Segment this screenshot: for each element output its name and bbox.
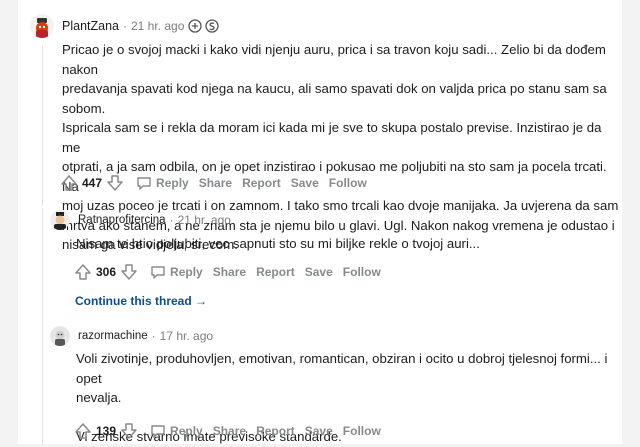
reply-button[interactable]: Reply [170, 424, 203, 438]
comment-header: razormachine · 17 hr. ago [50, 326, 213, 346]
reply-button[interactable]: Reply [170, 265, 203, 279]
vote-score: 447 [82, 176, 103, 190]
comment-actions: 306 Reply Share Report Save Follow [74, 263, 381, 281]
separator-dot: · [169, 213, 174, 227]
comment-line: Pricao je o svojoj macki i kako vidi nje… [62, 42, 606, 77]
share-button[interactable]: Share [213, 265, 246, 279]
reply-icon[interactable] [150, 423, 166, 439]
award-icon[interactable] [188, 19, 203, 33]
comment-line: nevalja. [76, 390, 122, 405]
follow-button[interactable]: Follow [343, 424, 381, 438]
timestamp[interactable]: 21 hr. ago [178, 213, 231, 227]
vote-score: 139 [96, 424, 117, 438]
downvote-icon[interactable] [106, 174, 124, 192]
comment-line: Ispricala sam se i rekla da moram ici ka… [62, 120, 602, 155]
save-button[interactable]: Save [305, 265, 333, 279]
save-button[interactable]: Save [305, 424, 333, 438]
timestamp[interactable]: 21 hr. ago [131, 19, 184, 33]
downvote-icon[interactable] [120, 422, 138, 440]
thread-line[interactable] [42, 208, 43, 444]
save-button[interactable]: Save [291, 176, 319, 190]
continue-thread-link[interactable]: Continue this thread → [75, 294, 207, 308]
report-button[interactable]: Report [256, 424, 295, 438]
reply-icon[interactable] [136, 175, 152, 191]
upvote-icon[interactable] [74, 263, 92, 281]
upvote-icon[interactable] [60, 174, 78, 192]
comment-actions: 139 Reply Share Report Save Follow [74, 422, 381, 440]
follow-button[interactable]: Follow [343, 265, 381, 279]
comment-actions: 447 Reply Share Report Save Follow [60, 174, 367, 192]
avatar[interactable] [30, 14, 54, 38]
separator-dot: · [151, 329, 156, 343]
award-icon[interactable] [205, 19, 220, 33]
share-button[interactable]: Share [213, 424, 246, 438]
separator-dot: · [122, 19, 127, 33]
username[interactable]: PlantZana [62, 19, 119, 33]
reply-button[interactable]: Reply [156, 176, 189, 190]
comment-header: PlantZana · 21 hr. ago [30, 14, 220, 38]
follow-button[interactable]: Follow [329, 176, 367, 190]
report-button[interactable]: Report [242, 176, 281, 190]
comment-line: predavanja spavati kod njega na kaucu, a… [62, 81, 607, 116]
comment-line: Nisam te htio poljubiti, vec sapnuti sto… [76, 236, 480, 251]
avatar[interactable] [50, 210, 70, 230]
reply-icon[interactable] [150, 264, 166, 280]
upvote-icon[interactable] [74, 422, 92, 440]
comment-line: Voli zivotinje, produhovljen, emotivan, … [76, 351, 608, 386]
comment-thread: PlantZana · 21 hr. ago Pricao je o svojo… [18, 0, 622, 444]
downvote-icon[interactable] [120, 263, 138, 281]
avatar[interactable] [50, 326, 70, 346]
thread-line[interactable] [42, 46, 43, 206]
comment-body: Nisam te htio poljubiti, vec sapnuti sto… [76, 234, 480, 254]
username[interactable]: Ratnaprofitercina [78, 214, 166, 226]
timestamp[interactable]: 17 hr. ago [160, 329, 213, 343]
report-button[interactable]: Report [256, 265, 295, 279]
comment-header: Ratnaprofitercina · 21 hr. ago [50, 210, 231, 230]
username[interactable]: razormachine [78, 330, 148, 342]
vote-score: 306 [96, 265, 117, 279]
share-button[interactable]: Share [199, 176, 232, 190]
